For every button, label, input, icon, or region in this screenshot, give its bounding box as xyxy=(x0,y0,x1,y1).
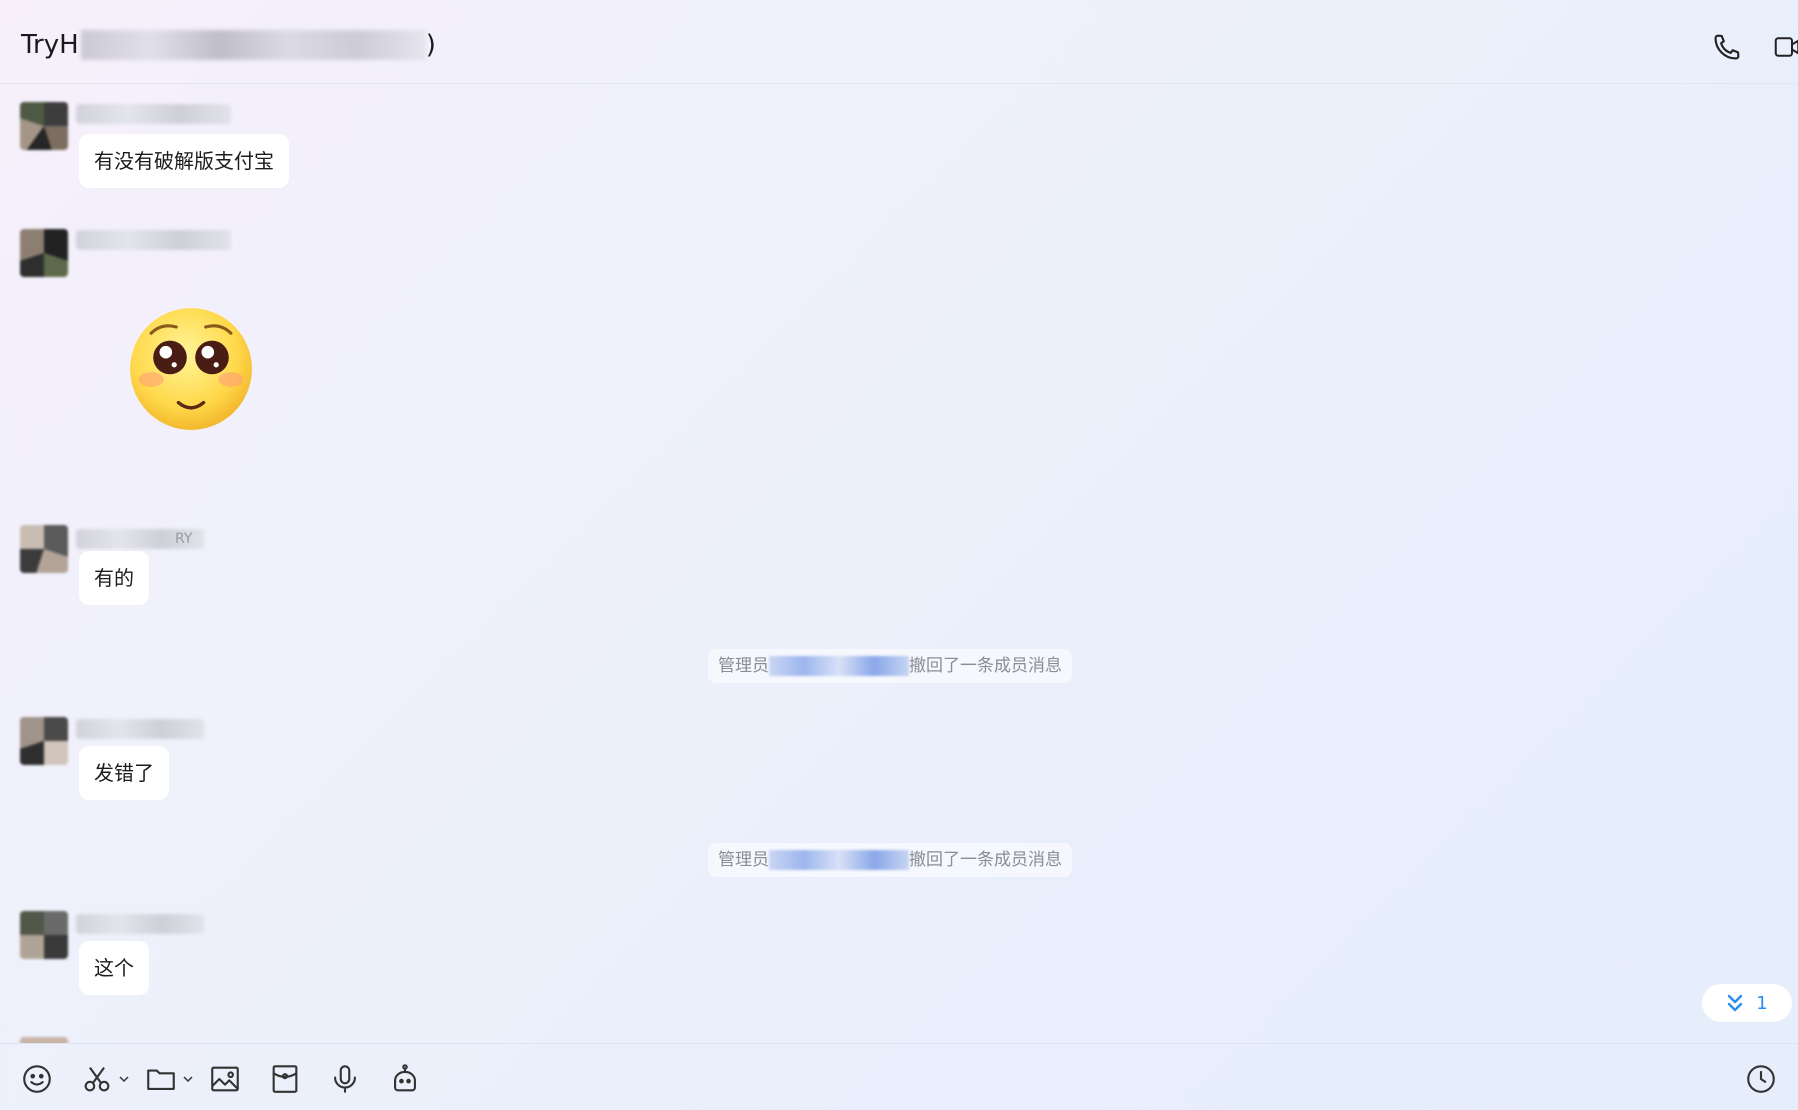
video-call-icon[interactable] xyxy=(1770,30,1798,64)
message-bubble[interactable]: 这个 xyxy=(79,941,149,995)
input-toolbar xyxy=(0,1043,1798,1110)
emoji-icon xyxy=(23,1065,51,1093)
chevron-down-icon[interactable] xyxy=(118,1075,130,1083)
system-notice-prefix: 管理员 xyxy=(718,656,769,676)
red-packet-icon xyxy=(272,1065,298,1093)
system-notice-prefix: 管理员 xyxy=(718,850,769,870)
avatar[interactable] xyxy=(20,911,68,959)
message-bubble[interactable]: 有的 xyxy=(79,551,149,605)
message-list[interactable]: 有没有破解版支付宝 RY 有的 管理员 撤回了一条成员消息 发错了 管理员 撤回… xyxy=(0,85,1798,1043)
scissors-icon xyxy=(84,1067,110,1092)
chat-title-prefix: TryH xyxy=(21,30,79,60)
folder-icon xyxy=(147,1069,175,1090)
chat-header: TryH ) xyxy=(0,0,1798,84)
robot-button[interactable] xyxy=(388,1062,422,1096)
chat-title-redacted xyxy=(80,30,426,60)
phone-icon[interactable] xyxy=(1710,30,1744,64)
system-notice-suffix: 撤回了一条成员消息 xyxy=(909,656,1062,676)
avatar[interactable] xyxy=(20,717,68,765)
red-packet-button[interactable] xyxy=(268,1062,302,1096)
microphone-icon xyxy=(334,1065,356,1093)
emoji-button[interactable] xyxy=(20,1062,54,1096)
sender-name-fragment: RY xyxy=(175,531,193,547)
chat-title-suffix: ) xyxy=(425,30,436,60)
avatar[interactable] xyxy=(20,102,68,150)
sender-name-redacted xyxy=(76,719,204,739)
unread-count: 1 xyxy=(1756,992,1768,1014)
sender-name-redacted xyxy=(76,914,204,934)
sender-name-redacted xyxy=(76,104,231,124)
double-chevron-down-icon xyxy=(1728,994,1743,1012)
avatar[interactable] xyxy=(20,229,68,277)
voice-button[interactable] xyxy=(328,1062,362,1096)
avatar[interactable] xyxy=(20,525,68,573)
robot-icon xyxy=(394,1064,416,1092)
admin-name-redacted xyxy=(769,656,909,676)
unread-jump-button[interactable]: 1 xyxy=(1702,984,1792,1022)
pleading-face-emoji[interactable] xyxy=(128,306,254,432)
system-notice: 管理员 撤回了一条成员消息 xyxy=(708,843,1072,877)
chevron-down-icon[interactable] xyxy=(182,1075,194,1083)
sender-name-redacted xyxy=(76,230,231,250)
screenshot-button[interactable] xyxy=(80,1062,130,1096)
chat-title: TryH ) xyxy=(21,30,436,60)
admin-name-redacted xyxy=(769,850,909,870)
history-button[interactable] xyxy=(1744,1062,1778,1096)
image-icon xyxy=(211,1066,239,1092)
clock-icon xyxy=(1747,1065,1775,1093)
message-bubble[interactable]: 有没有破解版支付宝 xyxy=(79,134,289,188)
system-notice: 管理员 撤回了一条成员消息 xyxy=(708,649,1072,683)
image-button[interactable] xyxy=(208,1062,242,1096)
message-bubble[interactable]: 发错了 xyxy=(79,746,169,800)
file-button[interactable] xyxy=(144,1062,194,1096)
system-notice-suffix: 撤回了一条成员消息 xyxy=(909,850,1062,870)
